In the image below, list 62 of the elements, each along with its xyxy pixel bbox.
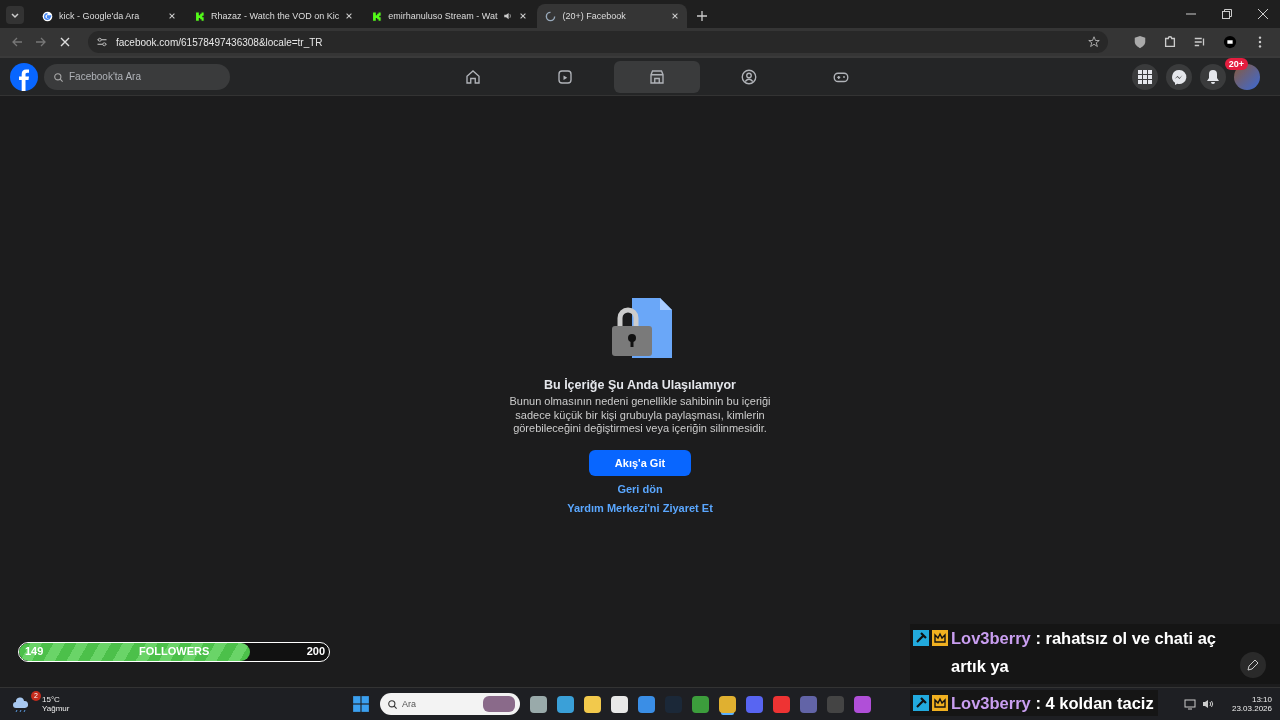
edit-icon[interactable] — [1240, 652, 1266, 678]
crown-badge-icon — [932, 695, 948, 711]
chat-message: Lov3berry : rahatsız ol ve chati aç artık ya — [951, 628, 1218, 677]
link[interactable]: Geri dön — [617, 482, 663, 495]
search-highlight-picture — [483, 696, 515, 712]
back-icon[interactable] — [11, 36, 23, 48]
site-settings-icon[interactable] — [96, 36, 108, 48]
new-tab-icon[interactable] — [697, 11, 708, 21]
notifications-icon[interactable] — [1200, 63, 1226, 90]
notification-badge: 20+ — [1224, 57, 1248, 70]
hammer-badge-icon — [913, 630, 929, 646]
weather-condition: Yağmur — [42, 704, 70, 713]
google-icon — [42, 10, 53, 22]
error-message: Bunun olmasının nedeni genellikle sahibinin bu içeriği sadece küçük bir kişi grubuyla paylaşması, kimlerin görebileceğini değiştirmesi veya içeriğin silinmesidir. — [508, 395, 772, 436]
search-icon — [387, 698, 398, 710]
followers-label: FOLLOWERS — [139, 645, 210, 657]
clock-time: 13:10 — [1251, 695, 1272, 704]
browser-tab[interactable]: Rhazaz - Watch the VOD on Kic — [186, 4, 362, 28]
play-icon — [556, 67, 574, 86]
close-tab-icon[interactable] — [345, 12, 354, 20]
weather-cloud-icon[interactable] — [12, 695, 30, 713]
start-icon[interactable] — [352, 695, 370, 713]
clock-date: 23.03.2026 — [1231, 704, 1272, 713]
forward-icon[interactable] — [35, 36, 47, 48]
restore-icon[interactable] — [1222, 9, 1232, 19]
tab-list-button[interactable] — [6, 6, 24, 24]
stop-icon[interactable] — [59, 36, 71, 48]
link[interactable]: Yardım Merkezi'ni Ziyaret Et — [567, 501, 713, 514]
kick-icon — [194, 10, 205, 22]
close-tab-icon[interactable] — [519, 12, 528, 20]
kick-icon — [371, 10, 383, 22]
browser-tab[interactable]: kick - Google'da Ara — [34, 4, 184, 28]
address-bar[interactable]: facebook.com/61578497436308&locale=tr_TR — [88, 31, 1108, 53]
network-icon[interactable] — [1183, 698, 1196, 710]
loading-icon — [545, 10, 557, 22]
volume-icon[interactable] — [1201, 698, 1214, 710]
search-field[interactable]: Facebook'ta Ara — [44, 63, 230, 90]
speaker-icon[interactable] — [503, 11, 514, 21]
go-to-feed-button[interactable]: Akış'a Git — [589, 449, 691, 476]
marketplace-tab[interactable] — [614, 60, 700, 93]
apps-grid-icon[interactable] — [1132, 63, 1158, 90]
media-queue-icon[interactable] — [1193, 35, 1207, 49]
chat-message: Lov3berry : 4 koldan taciz — [951, 693, 1154, 714]
error-title: Bu İçeriğe Şu Anda Ulaşılamıyor — [544, 378, 736, 392]
puzzle-icon[interactable] — [1163, 35, 1177, 49]
browser-tab[interactable]: emirhanuluso Stream - Wat — [363, 4, 536, 28]
profile-icon[interactable] — [1223, 35, 1237, 49]
shield-icon[interactable] — [1133, 35, 1147, 49]
browser-tab[interactable]: (20+) Facebook — [537, 4, 688, 28]
person-circle-icon — [740, 67, 758, 86]
followers-count: 149 — [25, 645, 44, 657]
facebook-logo[interactable] — [10, 62, 38, 91]
search-icon — [53, 71, 64, 83]
crown-badge-icon — [932, 630, 948, 646]
temperature: 15°C — [42, 695, 61, 704]
hammer-badge-icon — [913, 695, 929, 711]
messenger-icon[interactable] — [1166, 63, 1192, 90]
followers-goal: 200 — [306, 645, 325, 657]
close-icon[interactable] — [1258, 9, 1268, 19]
close-tab-icon[interactable] — [168, 12, 176, 20]
bookmark-star-icon[interactable] — [1088, 36, 1100, 48]
close-tab-icon[interactable] — [671, 12, 680, 20]
